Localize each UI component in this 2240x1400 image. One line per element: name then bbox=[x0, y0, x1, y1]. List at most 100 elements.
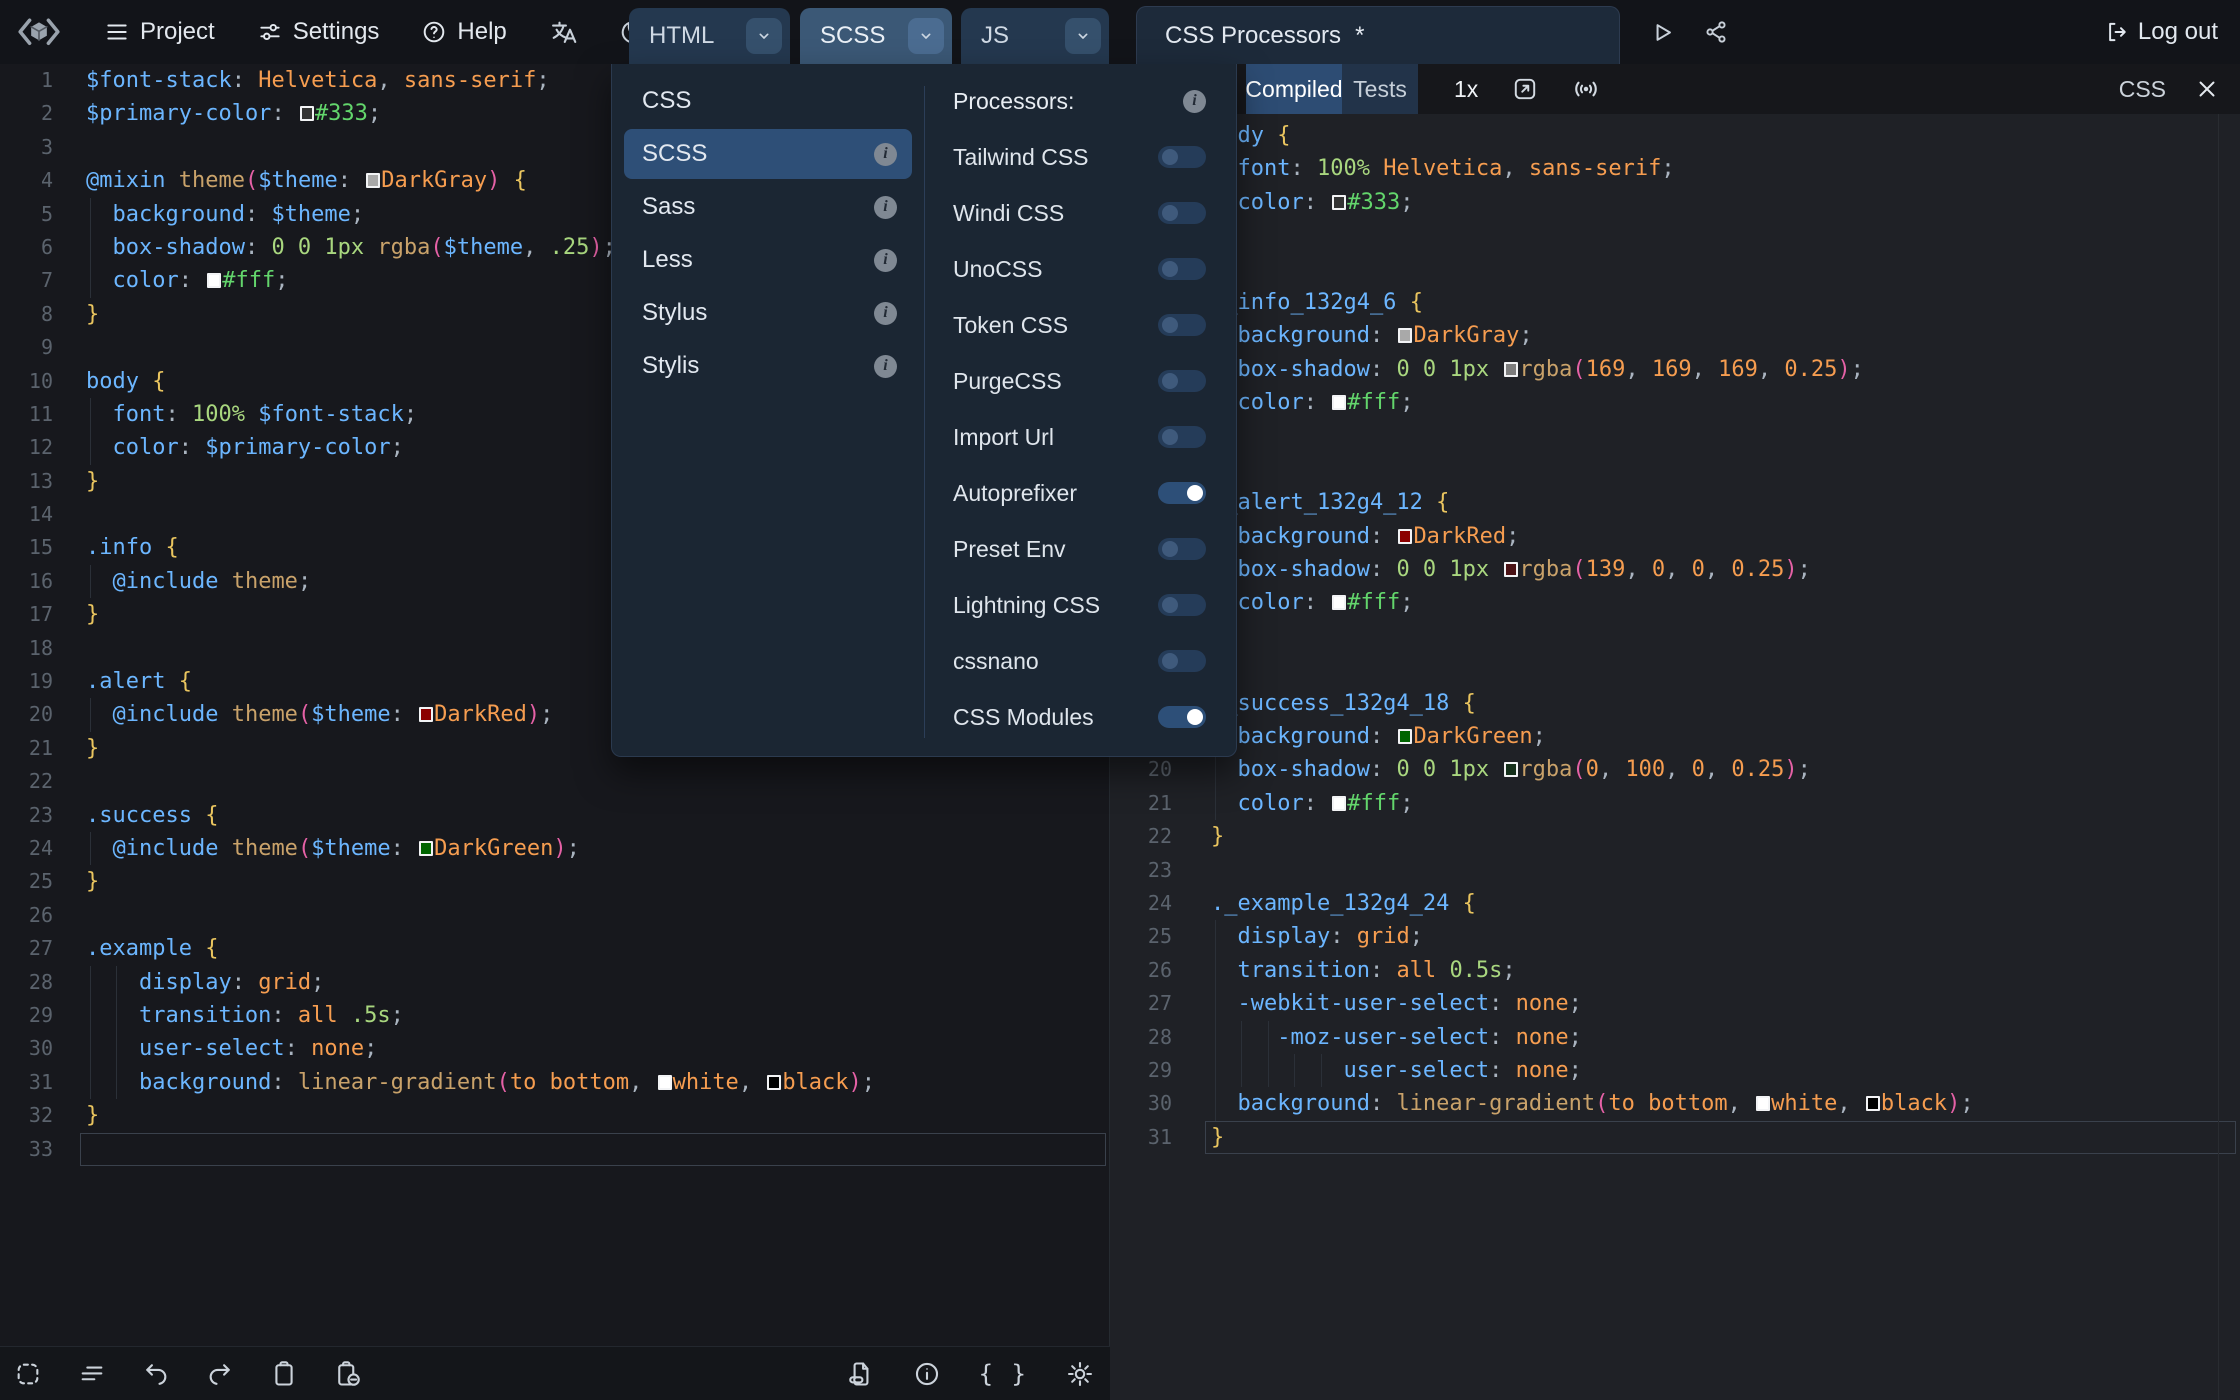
tab-scss[interactable]: SCSS bbox=[800, 8, 952, 64]
toggle-autoprefixer[interactable] bbox=[1158, 482, 1206, 504]
code-token: { bbox=[1436, 490, 1450, 516]
redo-button[interactable] bbox=[206, 1360, 234, 1388]
toggle-cssnano[interactable] bbox=[1158, 650, 1206, 672]
tab-js-dropdown-button[interactable] bbox=[1065, 18, 1101, 54]
toggle-preset-env[interactable] bbox=[1158, 538, 1206, 560]
open-external-button[interactable] bbox=[1512, 76, 1538, 102]
code-token: ; bbox=[403, 401, 418, 427]
language-option-scss[interactable]: SCSS i bbox=[624, 129, 912, 179]
open-external-icon bbox=[1512, 76, 1538, 102]
toggle-token-css[interactable] bbox=[1158, 314, 1206, 336]
toggle-knob bbox=[1162, 261, 1178, 277]
tab-tests[interactable]: Tests bbox=[1342, 64, 1418, 114]
code-token: theme bbox=[231, 702, 298, 728]
info-icon[interactable]: i bbox=[874, 195, 897, 219]
editor-settings-button[interactable] bbox=[1066, 1360, 1094, 1388]
language-option-stylis[interactable]: Stylis i bbox=[624, 341, 912, 391]
code-token: @include bbox=[112, 702, 219, 728]
code-token: 100% bbox=[1316, 156, 1370, 182]
menu-project[interactable]: Project bbox=[104, 18, 215, 46]
translate-button[interactable] bbox=[549, 18, 577, 46]
info-icon[interactable]: i bbox=[874, 142, 897, 166]
clipboard-button[interactable] bbox=[270, 1360, 298, 1388]
language-option-sass[interactable]: Sass i bbox=[624, 182, 912, 232]
code-line: 12._alert_132g4_12 { bbox=[1110, 486, 2240, 519]
language-option-less[interactable]: Less i bbox=[624, 235, 912, 285]
code-text: @include theme; bbox=[112, 565, 311, 598]
format-code-button[interactable] bbox=[78, 1360, 106, 1388]
tab-js[interactable]: JS bbox=[961, 8, 1109, 64]
zoom-level[interactable]: 1x bbox=[1454, 76, 1478, 103]
undo-button[interactable] bbox=[142, 1360, 170, 1388]
braces-button[interactable]: { } bbox=[979, 1360, 1028, 1388]
info-icon[interactable]: i bbox=[874, 248, 897, 272]
code-text: .success { bbox=[86, 799, 218, 832]
code-token: ; bbox=[1400, 590, 1414, 616]
code-token: body bbox=[86, 368, 139, 394]
compiled-css-editor[interactable]: 1body {2font: 100% Helvetica, sans-serif… bbox=[1110, 114, 2240, 1400]
logout-button[interactable]: Log out bbox=[2102, 0, 2218, 64]
language-option-css[interactable]: CSS bbox=[624, 76, 912, 126]
tab-html[interactable]: HTML bbox=[629, 8, 790, 64]
code-token: 0.25 bbox=[1731, 557, 1785, 583]
run-button[interactable] bbox=[1648, 19, 1675, 46]
info-icon[interactable]: i bbox=[874, 354, 897, 378]
code-token: white bbox=[672, 1069, 739, 1095]
tab-scss-dropdown-button[interactable] bbox=[908, 18, 944, 54]
toggle-tailwind-css[interactable] bbox=[1158, 146, 1206, 168]
tab-css-processors[interactable]: CSS Processors * bbox=[1136, 6, 1620, 64]
toggle-import-url[interactable] bbox=[1158, 426, 1206, 448]
toggle-knob bbox=[1162, 541, 1178, 557]
tab-html-dropdown-button[interactable] bbox=[746, 18, 782, 54]
code-token: #333 bbox=[314, 101, 368, 127]
code-token: , bbox=[1727, 1091, 1741, 1117]
clipboard-remove-button[interactable] bbox=[334, 1360, 362, 1388]
live-reload-button[interactable] bbox=[1572, 75, 1600, 103]
code-text: } bbox=[86, 865, 99, 898]
code-text: .alert { bbox=[86, 665, 192, 698]
menu-help[interactable]: Help bbox=[421, 18, 507, 46]
code-token: grid bbox=[258, 969, 312, 995]
scrollbar-track[interactable] bbox=[2218, 114, 2219, 1400]
code-token: #333 bbox=[1347, 189, 1401, 215]
line-number: 20 bbox=[28, 702, 53, 727]
select-all-button[interactable] bbox=[14, 1360, 42, 1388]
code-token: { bbox=[178, 669, 192, 695]
toggle-purgecss[interactable] bbox=[1158, 370, 1206, 392]
toggle-unocss[interactable] bbox=[1158, 258, 1206, 280]
code-token: : bbox=[271, 101, 285, 127]
code-line: 32} bbox=[0, 1099, 1110, 1132]
tab-compiled[interactable]: Compiled bbox=[1245, 64, 1343, 114]
code-text: background: DarkGreen; bbox=[1237, 720, 1545, 753]
code-token: { bbox=[513, 168, 527, 194]
close-output-button[interactable] bbox=[2194, 76, 2220, 102]
code-text: } bbox=[86, 598, 99, 631]
toggle-lightning-css[interactable] bbox=[1158, 594, 1206, 616]
code-line: 33 bbox=[0, 1132, 1110, 1166]
file-link-button[interactable] bbox=[847, 1360, 875, 1388]
code-line: 5 bbox=[1110, 253, 2240, 286]
share-button[interactable] bbox=[1703, 19, 1729, 45]
info-icon[interactable]: i bbox=[874, 301, 897, 325]
tab-label-scss: SCSS bbox=[820, 22, 886, 49]
info-button[interactable] bbox=[913, 1360, 941, 1388]
code-token: ; bbox=[1400, 790, 1414, 816]
toggle-css-modules[interactable] bbox=[1158, 706, 1206, 728]
language-option-stylus[interactable]: Stylus i bbox=[624, 288, 912, 338]
info-icon[interactable]: i bbox=[1183, 89, 1206, 113]
toggle-windi-css[interactable] bbox=[1158, 202, 1206, 224]
code-token: grid bbox=[1356, 924, 1410, 950]
menu-settings[interactable]: Settings bbox=[257, 18, 379, 46]
processor-label: Token CSS bbox=[953, 311, 1069, 338]
output-tabs: Compiled Tests bbox=[1245, 64, 1418, 114]
code-token: ; bbox=[1661, 156, 1675, 182]
code-text: box-shadow: 0 0 1px rgba(139, 0, 0, 0.25… bbox=[1237, 553, 1810, 586]
line-number: 26 bbox=[28, 902, 53, 927]
